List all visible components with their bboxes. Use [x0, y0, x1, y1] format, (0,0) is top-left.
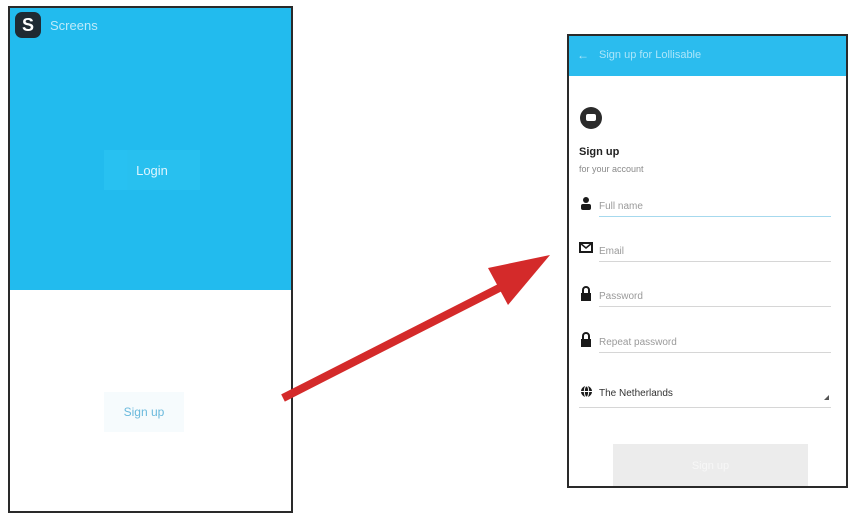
form-subheading: for your account — [579, 164, 644, 174]
form-logo-icon — [580, 107, 602, 129]
password-field — [579, 286, 831, 307]
arrow-head — [488, 255, 550, 305]
welcome-screen: S Screens Login Sign up — [8, 6, 293, 513]
repeat-password-underline — [599, 352, 831, 353]
signup-button[interactable]: Sign up — [104, 392, 184, 432]
repeat-password-field — [579, 332, 831, 353]
email-icon — [579, 241, 593, 257]
lock-icon — [579, 286, 593, 302]
dropdown-caret-icon — [824, 395, 829, 400]
login-panel: Login — [10, 46, 291, 290]
app-title: Screens — [50, 18, 98, 33]
signup-app-bar: ← Sign up for Lollisable — [569, 36, 846, 76]
form-heading: Sign up — [579, 146, 620, 158]
signup-screen-title: Sign up for Lollisable — [599, 49, 702, 61]
screenshot-canvas: S Screens Login Sign up ← Sign up for Lo… — [0, 0, 855, 519]
password-underline — [599, 306, 831, 307]
lock-icon — [579, 332, 593, 348]
full-name-field — [579, 196, 831, 217]
app-logo: S — [15, 12, 41, 38]
globe-icon — [579, 385, 593, 401]
password-input[interactable] — [599, 288, 829, 304]
country-value: The Netherlands — [599, 388, 673, 399]
back-arrow-icon[interactable]: ← — [577, 48, 589, 62]
signup-submit-button[interactable]: Sign up — [613, 444, 808, 486]
email-field — [579, 241, 831, 262]
email-underline — [599, 261, 831, 262]
full-name-input[interactable] — [599, 198, 829, 214]
login-button[interactable]: Login — [104, 150, 200, 190]
signup-panel: Sign up — [10, 290, 291, 511]
repeat-password-input[interactable] — [599, 334, 829, 350]
arrow-shaft — [281, 278, 513, 402]
app-bar: S Screens — [10, 8, 291, 47]
email-input[interactable] — [599, 243, 829, 259]
person-icon — [579, 196, 593, 212]
signup-screen: ← Sign up for Lollisable Sign up for you… — [567, 34, 848, 488]
country-select[interactable]: The Netherlands — [579, 385, 831, 408]
country-underline — [579, 407, 831, 408]
full-name-underline — [599, 216, 831, 217]
